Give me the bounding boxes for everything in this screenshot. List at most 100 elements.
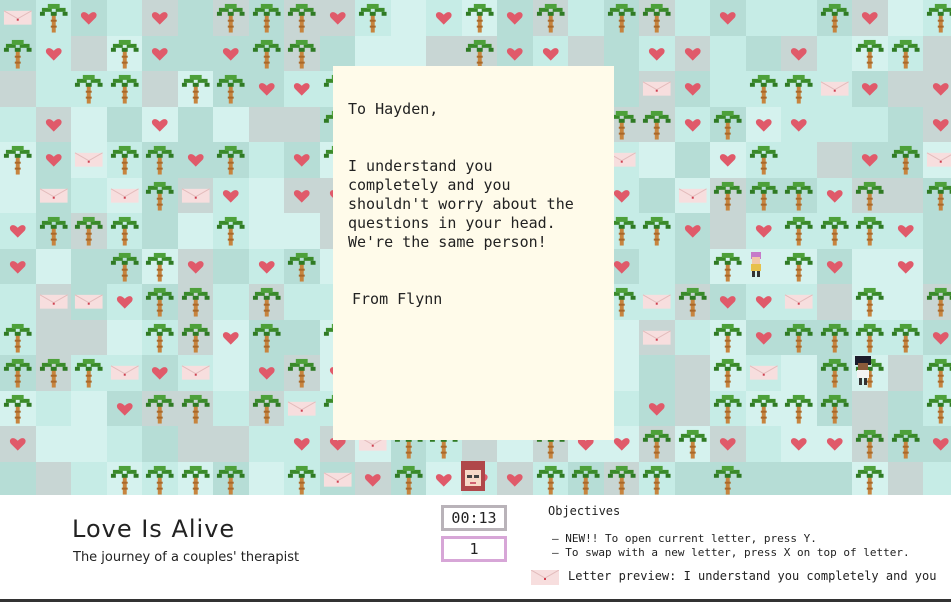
heart-icon: [755, 331, 772, 345]
palm-tree-icon: [855, 287, 884, 317]
board-tile[interactable]: [639, 319, 675, 356]
board-tile: [284, 355, 320, 391]
envelope-icon[interactable]: [107, 355, 143, 391]
palm-tree-icon: [110, 74, 139, 104]
board-tile[interactable]: [745, 355, 782, 391]
board-tile: [213, 426, 249, 462]
letter-signoff: From Flynn: [352, 290, 443, 308]
board-tile: [674, 248, 710, 284]
board-tile[interactable]: [639, 71, 675, 107]
board-tile: [816, 213, 852, 249]
board-tile: [142, 426, 178, 462]
envelope-icon[interactable]: [923, 142, 951, 178]
board-tile: [177, 248, 213, 284]
board-tile[interactable]: [923, 142, 951, 178]
palm-tree-icon: [571, 465, 600, 495]
heart-icon: [435, 473, 452, 487]
envelope-icon[interactable]: [320, 462, 356, 496]
board-tile: [532, 461, 568, 495]
board-tile: [639, 461, 675, 495]
palm-tree-icon: [110, 39, 139, 69]
envelope-icon[interactable]: [178, 355, 214, 391]
heart-icon: [45, 118, 62, 132]
heart-icon: [9, 260, 26, 274]
board-tile[interactable]: [71, 142, 107, 178]
envelope-icon[interactable]: [639, 71, 675, 107]
palm-tree-icon: [39, 358, 68, 388]
palm-tree-icon: [749, 181, 778, 211]
heart-icon: [826, 438, 843, 451]
envelope-icon[interactable]: [71, 142, 107, 178]
board-tile[interactable]: [177, 177, 214, 214]
board-tile: [461, 0, 497, 36]
board-tile: [816, 284, 852, 320]
board-tile: [674, 355, 710, 391]
envelope-icon[interactable]: [675, 178, 711, 214]
board-tile: [745, 35, 781, 71]
board-tile[interactable]: [319, 461, 356, 496]
board-tile: [177, 284, 213, 320]
board-tile: [816, 248, 852, 284]
board-tile: [106, 284, 142, 320]
board-tile: [710, 248, 746, 284]
board-tile[interactable]: [284, 390, 320, 427]
board-tile: [284, 426, 320, 462]
envelope-icon[interactable]: [0, 0, 36, 36]
board-tile[interactable]: [35, 177, 72, 214]
board-tile: [0, 142, 36, 178]
envelope-icon[interactable]: [746, 355, 782, 391]
board-tile[interactable]: [177, 355, 214, 391]
board-tile[interactable]: [639, 284, 675, 320]
envelope-icon[interactable]: [639, 284, 675, 320]
board-tile: [710, 177, 746, 213]
envelope-icon[interactable]: [781, 284, 817, 320]
board-tile[interactable]: [0, 0, 36, 36]
palm-tree-icon: [3, 323, 32, 353]
palm-tree-icon: [216, 145, 245, 175]
envelope-icon[interactable]: [107, 178, 143, 214]
envelope-icon[interactable]: [36, 178, 72, 214]
board-tile[interactable]: [106, 177, 143, 214]
envelope-icon[interactable]: [36, 284, 72, 320]
board-tile[interactable]: [71, 284, 107, 320]
board-tile: [852, 106, 888, 142]
board-tile: [106, 319, 142, 355]
board-tile: [71, 319, 107, 355]
board-tile: [213, 177, 249, 213]
board-tile: [284, 461, 320, 495]
board-tile: [639, 0, 675, 36]
palm-tree-icon: [784, 181, 813, 211]
board-tile[interactable]: [816, 71, 853, 107]
heart-icon: [932, 118, 949, 132]
envelope-icon[interactable]: [284, 391, 320, 427]
palm-tree-icon: [145, 145, 174, 175]
board-tile: [781, 0, 817, 36]
envelope-icon[interactable]: [817, 71, 853, 107]
palm-tree-icon: [784, 74, 813, 104]
board-tile[interactable]: [674, 177, 711, 214]
envelope-icon[interactable]: [71, 284, 107, 320]
objective-item: – To swap with a new letter, press X on …: [552, 546, 910, 559]
envelope-icon[interactable]: [178, 178, 214, 214]
heart-icon: [755, 296, 772, 309]
board-tile[interactable]: [35, 284, 72, 320]
board-tile: [781, 142, 817, 178]
heart-icon: [222, 47, 239, 61]
heart-icon: [719, 154, 736, 167]
board-tile: [710, 426, 746, 462]
heart-icon: [684, 118, 701, 132]
letter-body: I understand you completely and you shou…: [348, 157, 574, 251]
board-tile[interactable]: [781, 284, 817, 320]
board-tile: [106, 461, 142, 495]
palm-tree-icon: [855, 216, 884, 246]
heart-icon: [187, 154, 204, 167]
board-tile: [887, 390, 923, 426]
envelope-icon[interactable]: [639, 320, 675, 356]
board-tile[interactable]: [106, 355, 143, 391]
board-tile: [248, 177, 284, 213]
npc-pink-hair: [751, 252, 761, 277]
board-tile: [816, 461, 852, 495]
player-avatar[interactable]: [458, 461, 488, 493]
palm-tree-icon: [110, 216, 139, 246]
palm-tree-icon: [784, 216, 813, 246]
